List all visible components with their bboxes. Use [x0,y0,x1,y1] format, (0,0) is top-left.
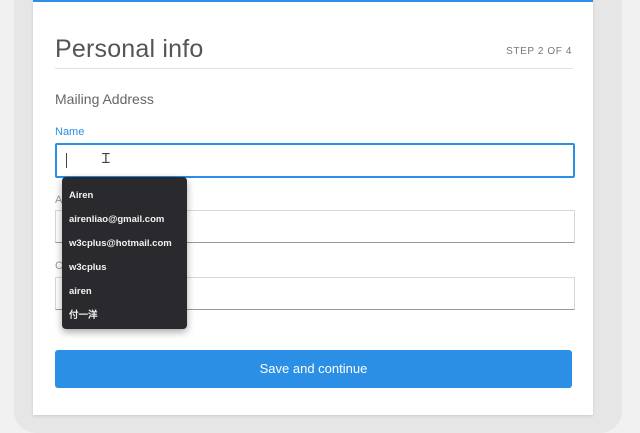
autocomplete-option[interactable]: w3cplus [62,256,187,280]
text-caret [66,153,67,168]
autocomplete-option[interactable]: airenliao@gmail.com [62,208,187,232]
autocomplete-option[interactable]: airen [62,280,187,304]
page-title: Personal info [55,35,204,63]
ibeam-cursor-icon: Ɪ [102,151,110,167]
header-divider [55,68,573,69]
section-heading: Mailing Address [55,91,154,107]
autocomplete-option[interactable]: 付一洋 [62,304,187,328]
step-indicator: STEP 2 OF 4 [506,46,572,57]
name-input[interactable]: Ɪ [55,143,575,178]
autocomplete-dropdown: Airen airenliao@gmail.com w3cplus@hotmai… [62,177,187,329]
save-and-continue-button[interactable]: Save and continue [55,350,572,388]
autocomplete-option[interactable]: Airen [62,184,187,208]
autocomplete-option[interactable]: w3cplus@hotmail.com [62,232,187,256]
name-label: Name [55,126,85,138]
